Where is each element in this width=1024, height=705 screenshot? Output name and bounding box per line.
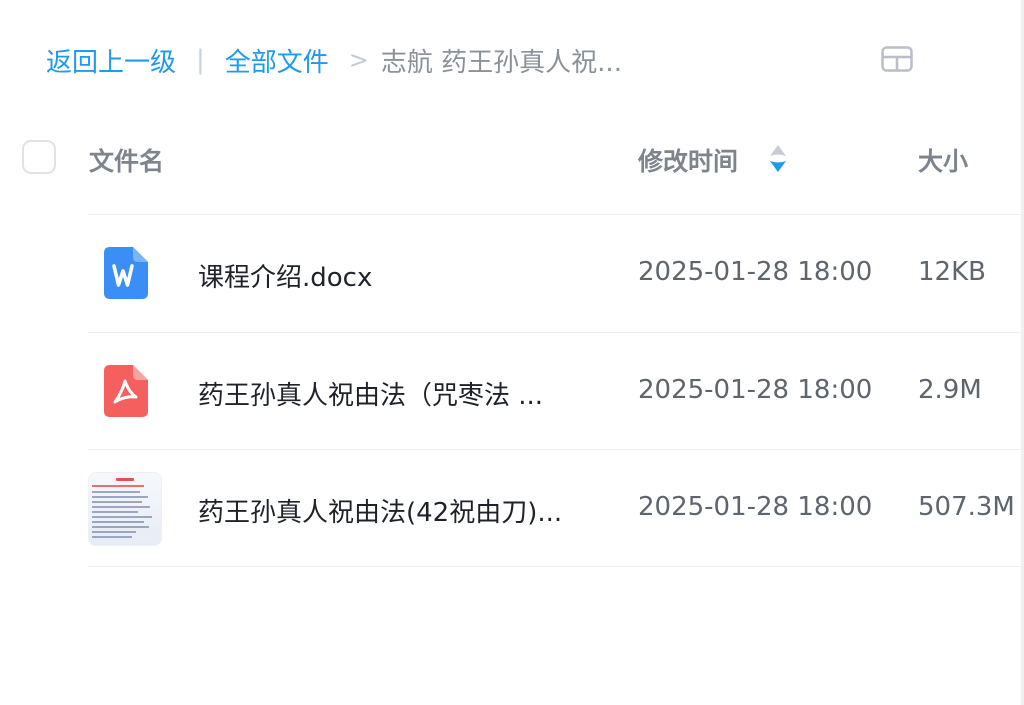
document-thumbnail	[88, 472, 162, 546]
file-modified-time: 2025-01-28 18:00	[638, 492, 873, 522]
file-modified-time: 2025-01-28 18:00	[638, 257, 873, 287]
sort-icon[interactable]	[768, 144, 788, 174]
file-name[interactable]: 药王孙真人祝由法（咒枣法 ...	[198, 375, 543, 412]
file-modified-time: 2025-01-28 18:00	[638, 375, 873, 405]
table-row[interactable]: 课程介绍.docx 2025-01-28 18:00 12KB	[0, 215, 1024, 332]
file-size: 507.3M	[918, 492, 1015, 522]
table-row[interactable]: 药王孙真人祝由法（咒枣法 ... 2025-01-28 18:00 2.9M	[0, 333, 1024, 450]
breadcrumb-arrow: >	[348, 46, 369, 74]
file-name[interactable]: 药王孙真人祝由法(42祝由刀)...	[198, 492, 562, 529]
file-browser: 返回上一级 | 全部文件 > 志航 药王孙真人祝... 文件名 修改时间 大小	[0, 0, 1024, 705]
all-files-link[interactable]: 全部文件	[225, 42, 329, 79]
column-header-name[interactable]: 文件名	[89, 142, 164, 178]
breadcrumb: 返回上一级 | 全部文件 > 志航 药王孙真人祝...	[46, 38, 622, 82]
file-size: 12KB	[918, 257, 986, 287]
select-all-checkbox[interactable]	[22, 140, 56, 174]
column-header-size[interactable]: 大小	[918, 142, 968, 178]
grid-layout-icon[interactable]	[881, 46, 913, 72]
table-row[interactable]: 药王孙真人祝由法(42祝由刀)... 2025-01-28 18:00 507.…	[0, 450, 1024, 567]
row-divider	[88, 566, 1024, 567]
file-name[interactable]: 课程介绍.docx	[198, 257, 372, 294]
pdf-document-icon	[104, 365, 150, 419]
current-folder-label: 志航 药王孙真人祝...	[380, 47, 622, 78]
column-header-modified[interactable]: 修改时间	[638, 142, 738, 178]
file-size: 2.9M	[918, 375, 982, 405]
table-header: 文件名 修改时间 大小	[0, 130, 1024, 188]
back-link[interactable]: 返回上一级	[46, 42, 176, 79]
word-document-icon	[104, 247, 150, 301]
breadcrumb-divider: |	[196, 45, 205, 75]
